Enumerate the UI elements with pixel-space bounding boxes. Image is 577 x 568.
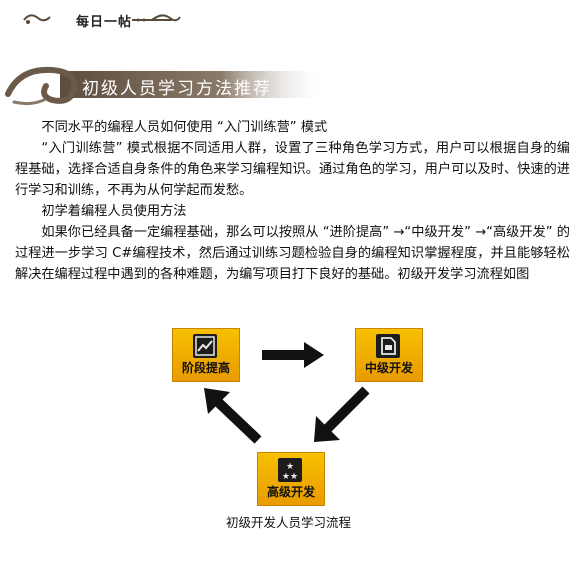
section-header: 初级人员学习方法推荐 <box>0 60 577 110</box>
flow-node-advanced-improvement: 阶段提高 <box>172 328 240 382</box>
flow-node-senior-dev: ★ ★★ 高级开发 <box>257 452 325 506</box>
section-title: 初级人员学习方法推荐 <box>82 79 272 99</box>
flow-node-label: 高级开发 <box>266 485 315 499</box>
article-body: 不同水平的编程人员如何使用 “入门训练营” 模式 “入门训练营” 模式根据不同适… <box>15 117 570 285</box>
paragraph: 如果你已经具备一定编程基础，那么可以按照从 “进阶提高” →“中级开发” →“高… <box>15 225 570 282</box>
diagram-caption: 初级开发人员学习流程 <box>225 515 351 530</box>
daily-post-title: 每日一帖 <box>76 15 133 30</box>
flow-node-label: 阶段提高 <box>181 361 230 375</box>
svg-text:★★: ★★ <box>282 472 298 482</box>
chart-icon <box>193 334 217 358</box>
flow-node-intermediate-dev: 中级开发 <box>355 328 423 382</box>
paragraph: “入门训练营” 模式根据不同适用人群，设置了三种角色学习方式，用户可以根据自身的… <box>15 141 570 198</box>
daily-post-banner: 每日一帖 <box>22 8 182 32</box>
flow-node-label: 中级开发 <box>364 361 413 375</box>
document-icon <box>376 334 400 358</box>
arrow-down-left-icon <box>314 386 370 442</box>
stars-icon: ★ ★★ <box>278 458 302 482</box>
paragraph: 初学着编程人员使用方法 <box>41 204 187 219</box>
learning-flow-diagram: 阶段提高 中级开发 ★ ★★ 高级开发 初级开发人员学习流程 <box>0 320 577 535</box>
arrow-up-left-icon <box>204 388 262 444</box>
svg-text:★: ★ <box>286 462 294 472</box>
paragraph: 不同水平的编程人员如何使用 “入门训练营” 模式 <box>41 120 328 135</box>
arrow-right-icon <box>262 342 324 368</box>
